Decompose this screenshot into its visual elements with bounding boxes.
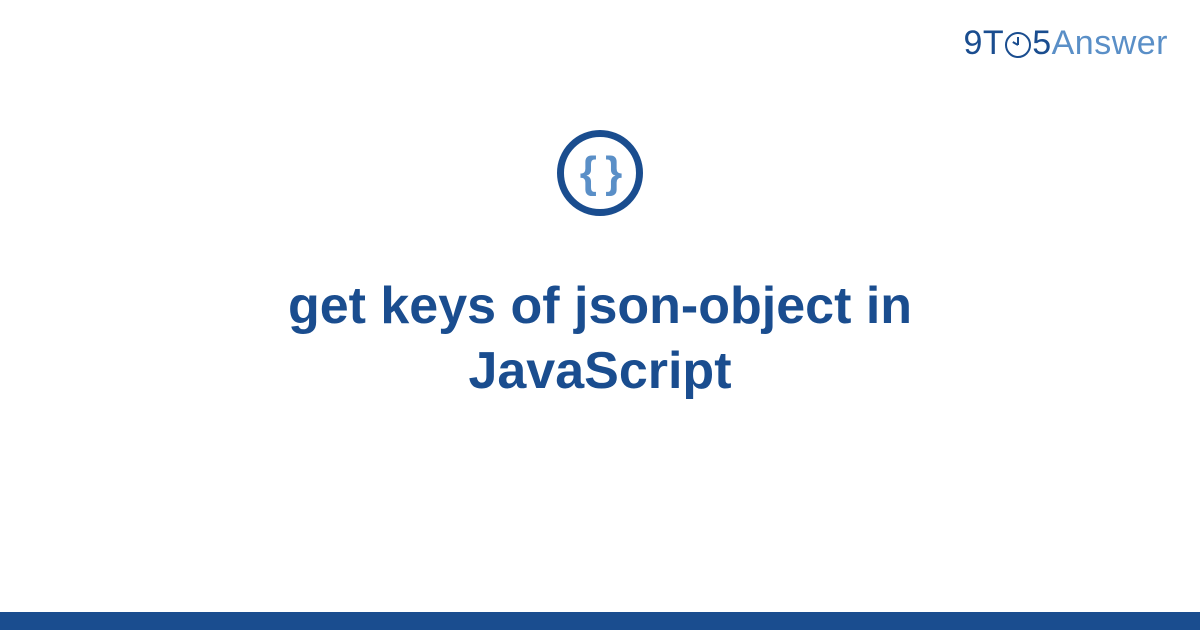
topic-icon-circle: { }: [557, 130, 643, 216]
site-logo: 9T5Answer: [964, 24, 1169, 63]
page-title: get keys of json-object in JavaScript: [150, 274, 1050, 404]
logo-text-5: 5: [1032, 24, 1051, 62]
logo-text-9: 9: [964, 24, 983, 62]
clock-icon: [1005, 32, 1031, 58]
logo-text-answer: Answer: [1052, 24, 1168, 62]
main-content: { } get keys of json-object in JavaScrip…: [0, 130, 1200, 404]
braces-icon: { }: [580, 148, 620, 198]
logo-text-t: T: [983, 24, 1004, 62]
footer-accent-bar: [0, 612, 1200, 630]
